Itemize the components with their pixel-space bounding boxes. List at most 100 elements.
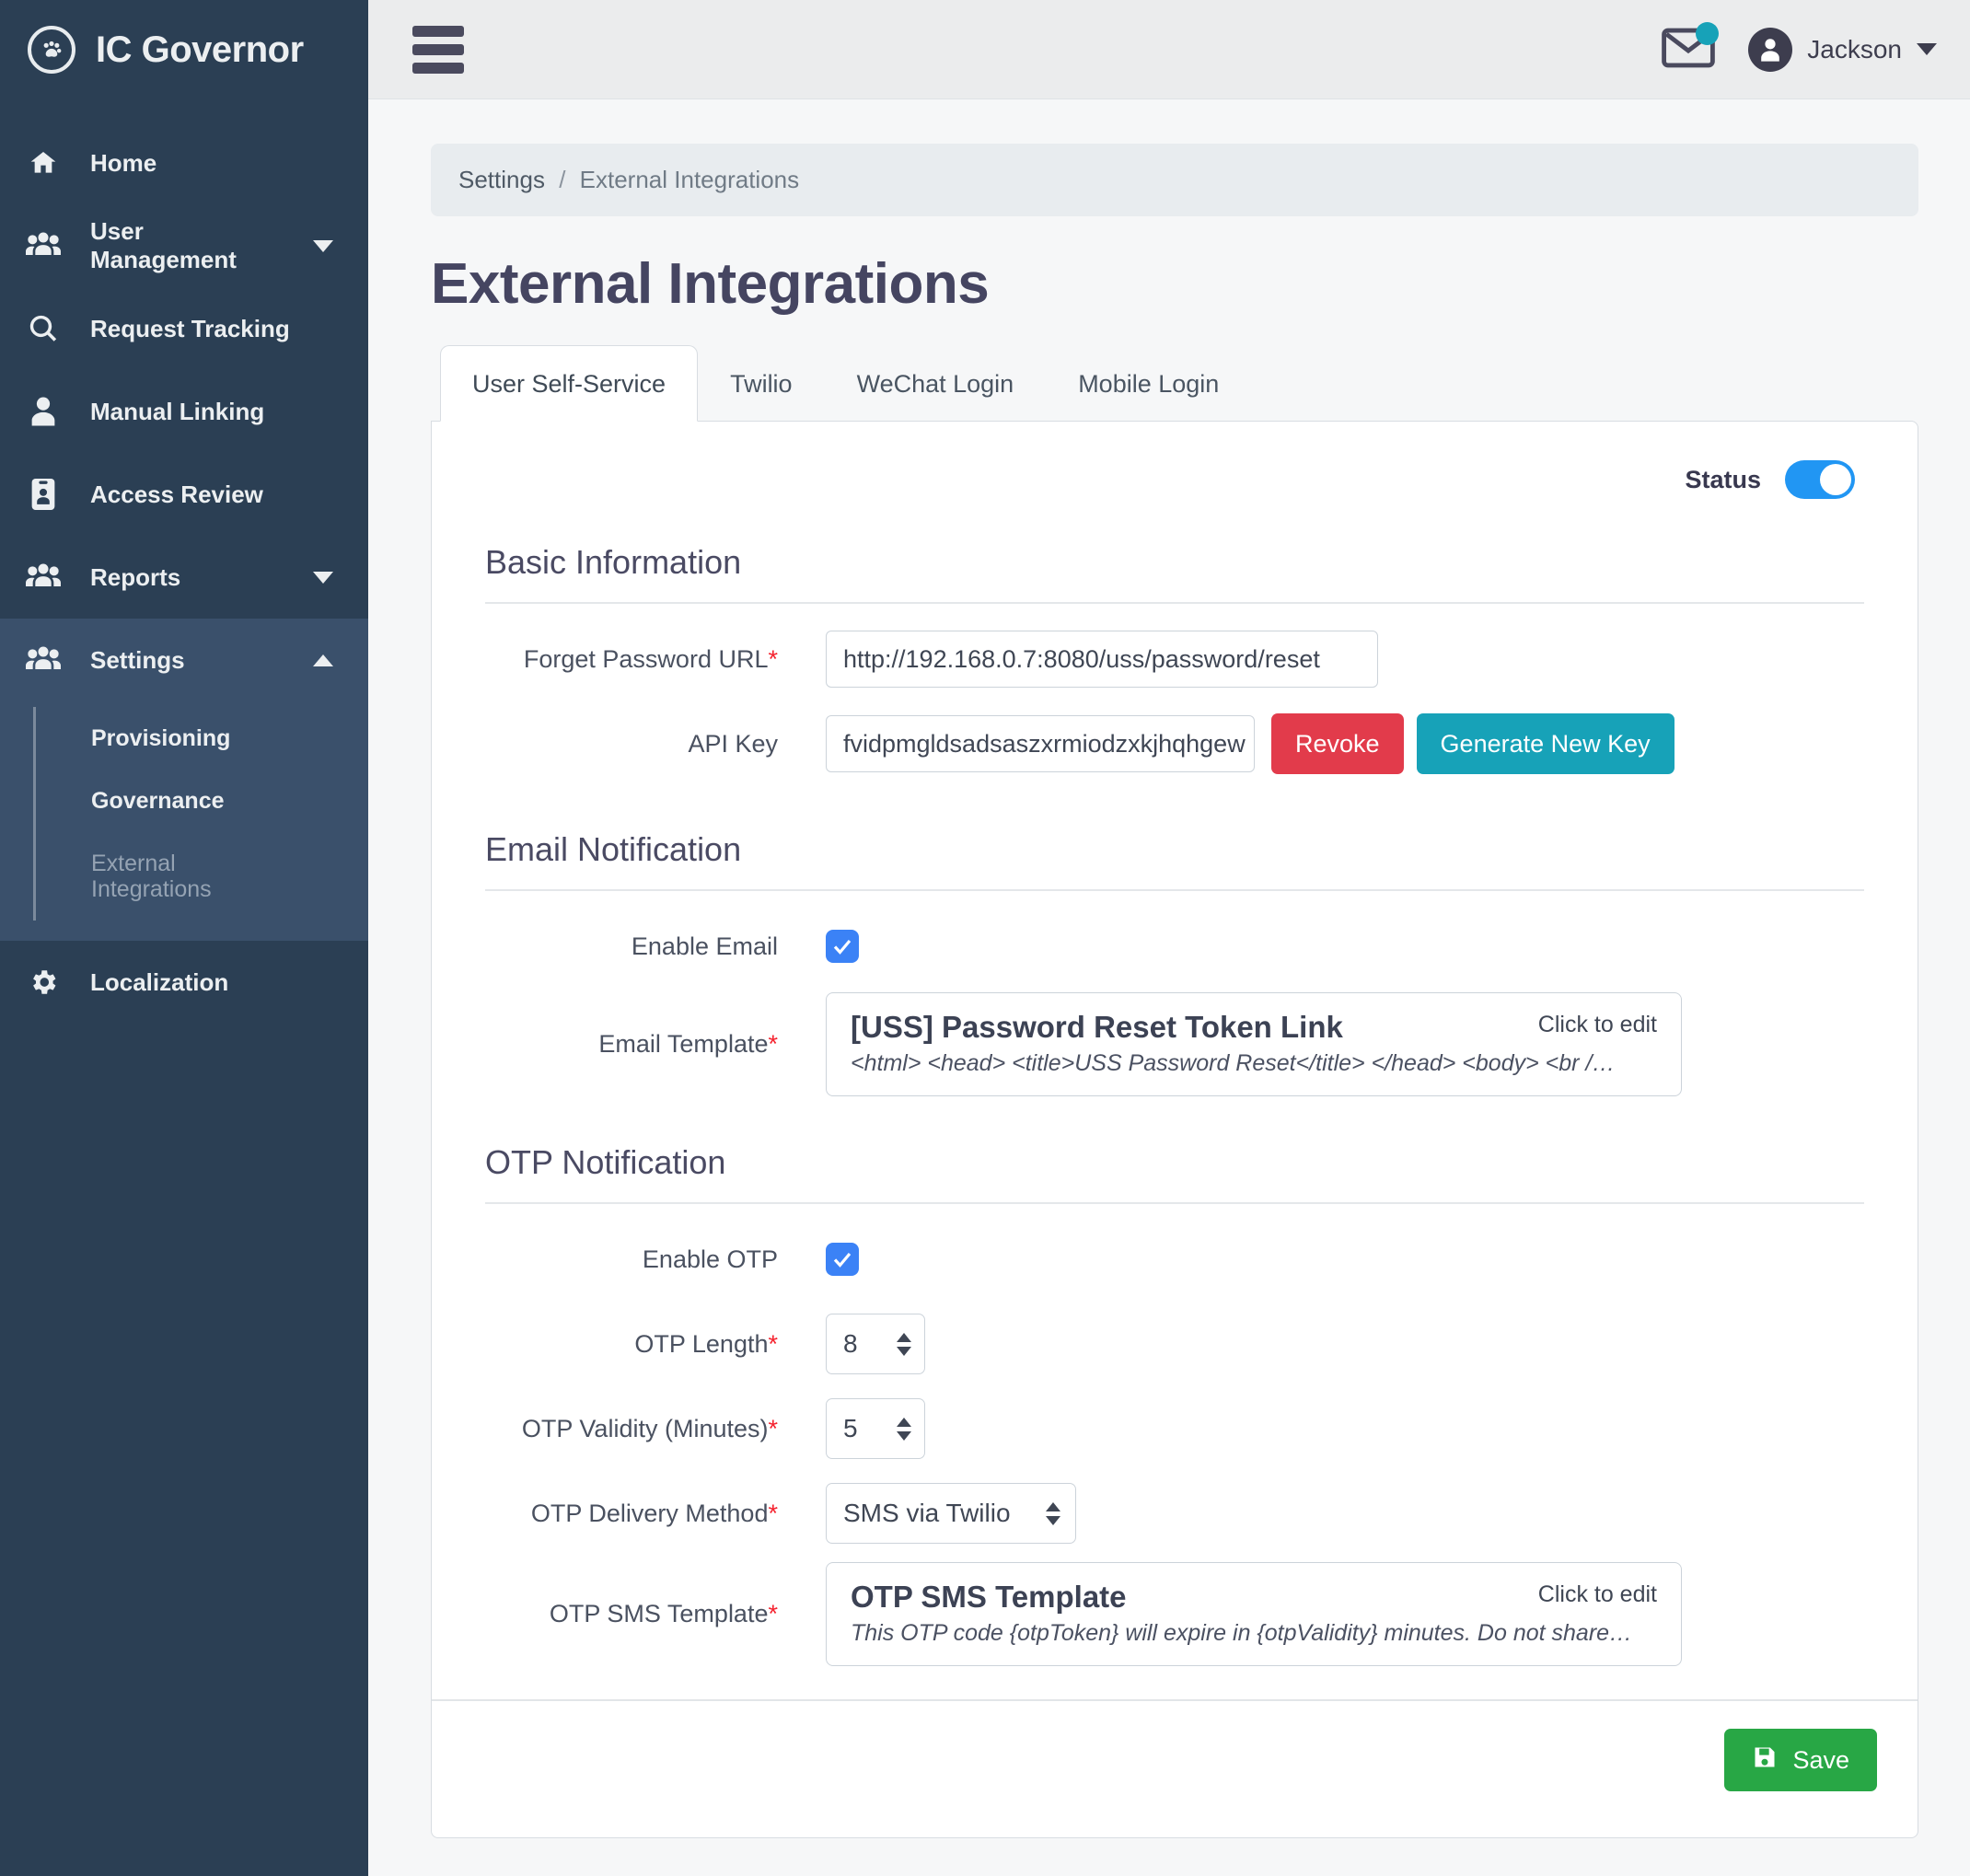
field-otp-validity: OTP Validity (Minutes)* 5 bbox=[485, 1386, 1864, 1471]
revoke-button[interactable]: Revoke bbox=[1271, 713, 1404, 774]
breadcrumb-separator: / bbox=[559, 166, 566, 193]
sidebar-item-label: Access Review bbox=[90, 480, 263, 508]
sidebar-item-label: Manual Linking bbox=[90, 397, 265, 425]
email-template-card[interactable]: [USS] Password Reset Token Link Click to… bbox=[826, 991, 1682, 1096]
settings-card: Status Basic Information Forget Password… bbox=[431, 421, 1918, 1838]
field-api-key: API Key fvidpmgldsadsaszxrmiodzxkjhqhgew… bbox=[485, 701, 1864, 786]
sidebar-item-user-management[interactable]: User Management bbox=[0, 204, 368, 287]
main-area: Jackson Settings / External Integrations… bbox=[368, 0, 1970, 1876]
brand-name: IC Governor bbox=[96, 29, 304, 70]
brand[interactable]: IC Governor bbox=[0, 0, 368, 99]
sidebar-item-label: User Management bbox=[90, 217, 237, 273]
sidebar-item-access-review[interactable]: Access Review bbox=[0, 453, 368, 536]
app-root: IC Governor Home User Management Request… bbox=[0, 0, 1970, 1876]
hamburger-icon[interactable] bbox=[412, 25, 464, 74]
page-title: External Integrations bbox=[431, 252, 990, 316]
card-footer: Save bbox=[432, 1699, 1918, 1837]
sidebar-item-label: Reports bbox=[90, 562, 181, 591]
status-toggle[interactable] bbox=[1785, 460, 1855, 499]
sidebar-item-home[interactable]: Home bbox=[0, 122, 368, 204]
chevron-down-icon bbox=[1917, 43, 1937, 55]
sidebar: IC Governor Home User Management Request… bbox=[0, 0, 368, 1876]
field-label: OTP Delivery Method* bbox=[485, 1500, 826, 1528]
sidebar-item-label: Request Tracking bbox=[90, 314, 290, 342]
otp-length-stepper[interactable]: 8 bbox=[826, 1314, 925, 1374]
sidebar-nav: Home User Management Request Tracking Ma… bbox=[0, 122, 368, 1024]
chevron-down-icon bbox=[313, 571, 333, 584]
sidebar-item-manual-linking[interactable]: Manual Linking bbox=[0, 370, 368, 453]
status-label: Status bbox=[1685, 465, 1761, 493]
spinner-arrows-icon[interactable] bbox=[897, 1332, 911, 1356]
divider bbox=[485, 889, 1864, 891]
label-text: OTP Delivery Method bbox=[530, 1499, 769, 1527]
notification-badge bbox=[1696, 21, 1720, 45]
sidebar-subitem-governance[interactable]: Governance bbox=[36, 770, 368, 832]
section-title-email-notification: Email Notification bbox=[485, 830, 742, 868]
email-template-edit-hint: Click to edit bbox=[1537, 1011, 1657, 1037]
field-otp-length: OTP Length* 8 bbox=[485, 1302, 1864, 1386]
forget-password-url-input[interactable]: http://192.168.0.7:8080/uss/password/res… bbox=[826, 631, 1378, 688]
chevron-down-icon bbox=[313, 239, 333, 252]
generate-new-key-button[interactable]: Generate New Key bbox=[1416, 713, 1674, 774]
divider bbox=[485, 602, 1864, 604]
sidebar-subitem-provisioning[interactable]: Provisioning bbox=[36, 707, 368, 770]
otp-sms-template-preview: This OTP code {otpToken} will expire in … bbox=[851, 1619, 1633, 1646]
label-text: Enable OTP bbox=[642, 1245, 778, 1273]
sidebar-subitem-external-integrations[interactable]: External Integrations bbox=[36, 832, 248, 921]
sidebar-item-request-tracking[interactable]: Request Tracking bbox=[0, 287, 368, 370]
otp-delivery-method-value: SMS via Twilio bbox=[843, 1499, 1011, 1527]
tab-user-self-service[interactable]: User Self-Service bbox=[440, 345, 699, 422]
paw-circle-icon bbox=[28, 26, 75, 74]
label-text: Enable Email bbox=[631, 932, 778, 960]
field-enable-otp: Enable OTP bbox=[485, 1217, 1864, 1302]
api-key-input[interactable]: fvidpmgldsadsaszxrmiodzxkjhqhgew bbox=[826, 715, 1255, 772]
label-text: Forget Password URL bbox=[523, 644, 769, 673]
field-enable-email: Enable Email bbox=[485, 904, 1864, 989]
users-icon bbox=[24, 232, 63, 260]
otp-length-value: 8 bbox=[843, 1329, 858, 1358]
topbar: Jackson bbox=[368, 0, 1970, 99]
tab-wechat-login[interactable]: WeChat Login bbox=[825, 345, 1047, 422]
enable-otp-checkbox[interactable] bbox=[826, 1243, 859, 1276]
tab-mobile-login[interactable]: Mobile Login bbox=[1046, 345, 1251, 422]
section-title-otp-notification: OTP Notification bbox=[485, 1143, 726, 1181]
spinner-arrows-icon[interactable] bbox=[897, 1417, 911, 1441]
breadcrumb-parent[interactable]: Settings bbox=[458, 166, 545, 193]
floppy-disk-icon bbox=[1752, 1744, 1778, 1777]
gear-icon bbox=[24, 967, 63, 998]
otp-validity-value: 5 bbox=[843, 1414, 858, 1442]
enable-email-checkbox[interactable] bbox=[826, 930, 859, 963]
required-marker: * bbox=[768, 1599, 778, 1627]
email-template-title: [USS] Password Reset Token Link bbox=[851, 1009, 1343, 1044]
select-arrows-icon bbox=[1046, 1501, 1060, 1525]
field-otp-sms-template: OTP SMS Template* OTP SMS Template Click… bbox=[485, 1556, 1864, 1672]
required-marker: * bbox=[768, 1414, 778, 1442]
save-button[interactable]: Save bbox=[1724, 1729, 1877, 1791]
sidebar-item-label: Localization bbox=[90, 967, 229, 996]
otp-sms-template-card[interactable]: OTP SMS Template Click to edit This OTP … bbox=[826, 1561, 1682, 1666]
breadcrumb-current: External Integrations bbox=[579, 166, 800, 193]
user-menu[interactable]: Jackson bbox=[1748, 27, 1937, 72]
avatar bbox=[1748, 27, 1793, 72]
tab-twilio[interactable]: Twilio bbox=[698, 345, 825, 422]
sidebar-item-localization[interactable]: Localization bbox=[0, 941, 368, 1024]
email-template-preview: <html> <head> <title>USS Password Reset<… bbox=[851, 1049, 1616, 1076]
user-icon bbox=[24, 396, 63, 427]
required-marker: * bbox=[768, 644, 778, 673]
required-marker: * bbox=[768, 1499, 778, 1527]
content: Settings / External Integrations Externa… bbox=[368, 99, 1970, 1876]
field-label: OTP Length* bbox=[485, 1330, 826, 1359]
field-email-template: Email Template* [USS] Password Reset Tok… bbox=[485, 989, 1864, 1099]
card-body: Status Basic Information Forget Password… bbox=[432, 422, 1918, 1699]
section-title-basic-information: Basic Information bbox=[485, 543, 742, 581]
sidebar-item-settings[interactable]: Settings bbox=[0, 619, 368, 701]
tab-bar: User Self-Service Twilio WeChat Login Mo… bbox=[431, 344, 1918, 422]
label-text: OTP SMS Template bbox=[549, 1599, 769, 1627]
field-label: OTP Validity (Minutes)* bbox=[485, 1415, 826, 1443]
user-name: Jackson bbox=[1807, 34, 1902, 64]
chevron-up-icon bbox=[313, 654, 333, 666]
otp-delivery-method-select[interactable]: SMS via Twilio bbox=[826, 1483, 1076, 1544]
envelope-icon[interactable] bbox=[1662, 21, 1720, 72]
sidebar-item-reports[interactable]: Reports bbox=[0, 536, 368, 619]
otp-validity-stepper[interactable]: 5 bbox=[826, 1398, 925, 1459]
